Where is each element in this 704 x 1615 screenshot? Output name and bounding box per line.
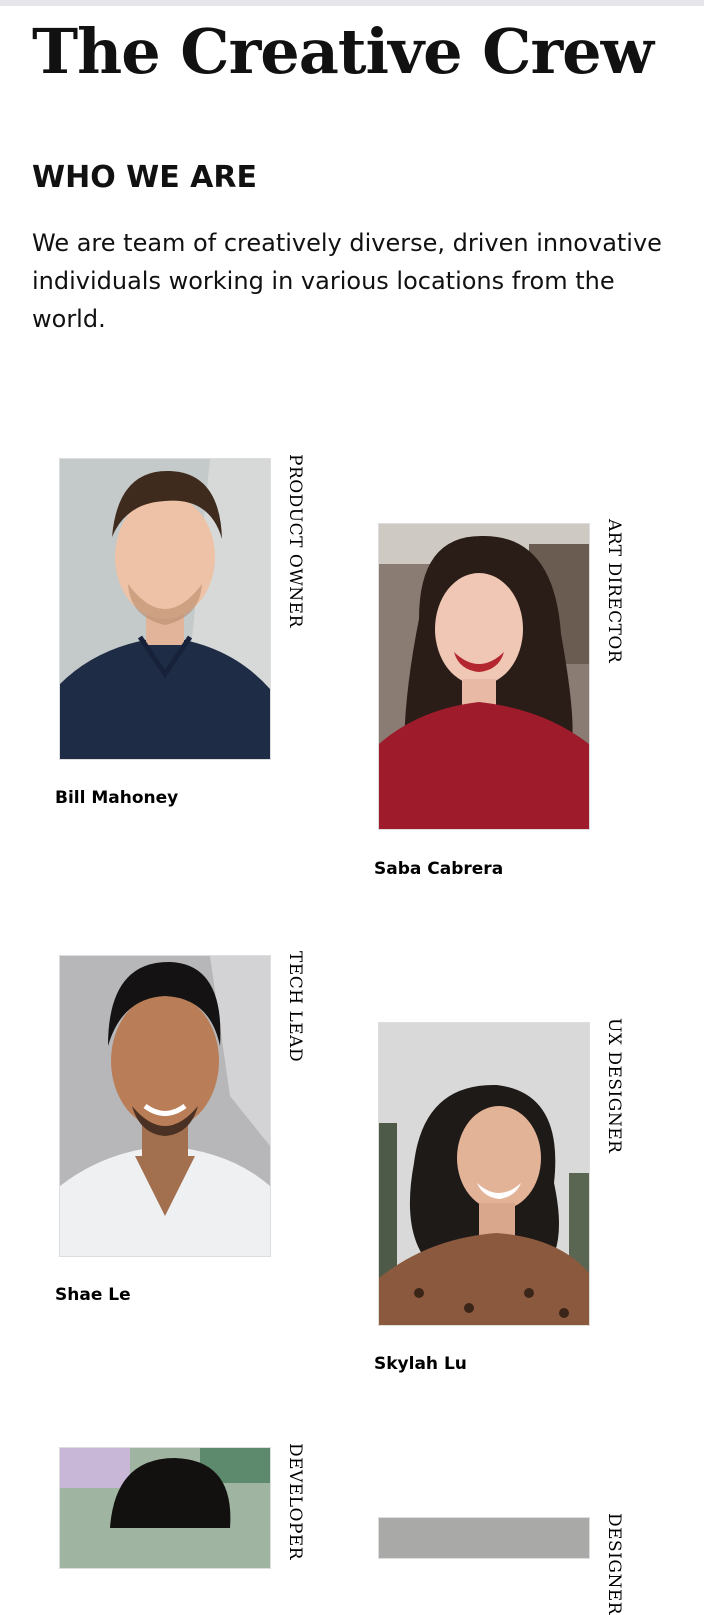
member-role: UX DESIGNER	[604, 1018, 624, 1154]
browser-top-bar	[0, 0, 704, 6]
team-member-card: DESIGNER	[378, 1513, 678, 1615]
team-member-card: UX DESIGNER Skylah Lu	[374, 1018, 678, 1382]
member-role: PRODUCT OWNER	[285, 454, 305, 628]
team-member-card: ART DIRECTOR Saba Cabrera	[374, 519, 678, 883]
team-member-card: PRODUCT OWNER Bill Mahoney	[55, 454, 359, 818]
member-photo	[59, 1447, 271, 1569]
member-name: Saba Cabrera	[374, 859, 504, 879]
about-text: We are team of creatively diverse, drive…	[32, 229, 662, 333]
about-heading: WHO WE ARE	[32, 160, 257, 195]
member-photo	[378, 523, 590, 830]
member-photo	[378, 1022, 590, 1326]
site-title: The Creative Crew	[32, 15, 654, 88]
member-photo	[59, 955, 271, 1257]
member-photo	[378, 1517, 590, 1559]
member-name: Bill Mahoney	[55, 788, 179, 808]
member-role: DEVELOPER	[285, 1443, 305, 1561]
team-member-card: TECH LEAD Shae Le	[55, 951, 359, 1315]
team-member-card: DEVELOPER	[59, 1443, 359, 1569]
member-photo	[59, 458, 271, 760]
member-name: Shae Le	[55, 1285, 131, 1305]
member-role: DESIGNER	[604, 1513, 624, 1615]
member-name: Skylah Lu	[374, 1354, 467, 1374]
member-role: ART DIRECTOR	[604, 519, 624, 664]
member-role: TECH LEAD	[285, 951, 305, 1063]
